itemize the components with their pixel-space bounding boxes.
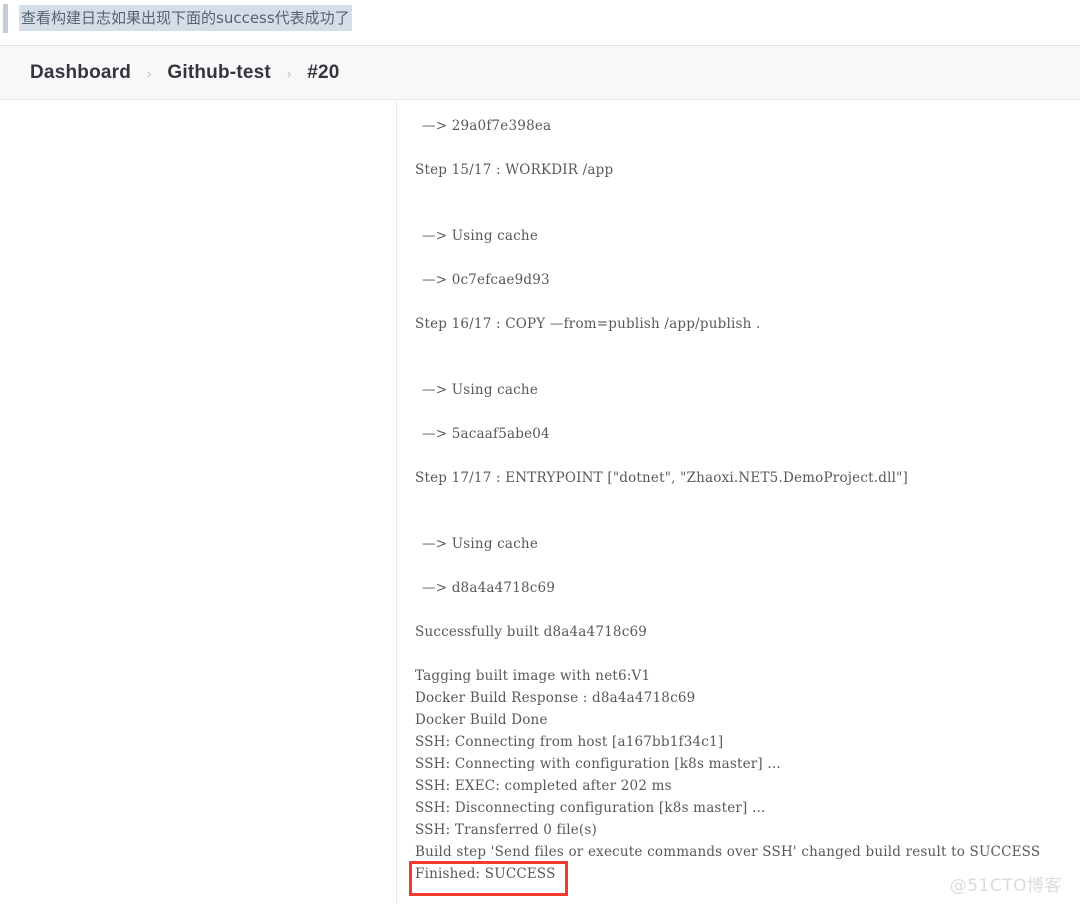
log-line: Docker Build Response : d8a4a4718c69 [415, 690, 696, 706]
log-line: —> 29a0f7e398ea [422, 118, 552, 134]
success-highlight-box [409, 861, 568, 896]
log-line: Step 16/17 : COPY —from=publish /app/pub… [415, 316, 761, 332]
breadcrumb-item-github-test[interactable]: Github-test [167, 62, 271, 84]
annotation-text: 查看构建日志如果出现下面的success代表成功了 [19, 5, 352, 31]
breadcrumb-item-build-number[interactable]: #20 [307, 62, 339, 84]
log-line: SSH: Connecting with configuration [k8s … [415, 756, 781, 772]
sidebar-pane [0, 100, 397, 904]
log-line: Step 15/17 : WORKDIR /app [415, 162, 614, 178]
log-line: —> Using cache [422, 228, 539, 244]
log-line: SSH: Connecting from host [a167bb1f34c1] [415, 734, 724, 750]
breadcrumb-bar: Dashboard › Github-test › #20 [0, 46, 1080, 100]
chevron-right-icon: › [286, 66, 292, 81]
watermark: @51CTO博客 [949, 876, 1062, 896]
log-line: Successfully built d8a4a4718c69 [415, 624, 648, 640]
log-line: —> 5acaaf5abe04 [422, 426, 550, 442]
log-line: SSH: EXEC: completed after 202 ms [415, 778, 672, 794]
log-line: SSH: Transferred 0 file(s) [415, 822, 597, 838]
log-line: Tagging built image with net6:V1 [415, 668, 651, 684]
log-line: Build step 'Send files or execute comman… [415, 844, 1041, 860]
log-line: Docker Build Done [415, 712, 548, 728]
log-line: —> Using cache [422, 382, 539, 398]
log-line: —> 0c7efcae9d93 [422, 272, 550, 288]
annotation-banner: 查看构建日志如果出现下面的success代表成功了 [0, 0, 1080, 37]
log-line: Step 17/17 : ENTRYPOINT ["dotnet", "Zhao… [415, 470, 908, 486]
annotation-marker-bar [3, 4, 8, 33]
breadcrumb: Dashboard › Github-test › #20 [0, 62, 340, 84]
chevron-right-icon: › [147, 66, 152, 81]
log-line: —> d8a4a4718c69 [422, 580, 556, 596]
breadcrumb-item-dashboard[interactable]: Dashboard [30, 62, 131, 84]
content-area: —> 29a0f7e398ea Step 15/17 : WORKDIR /app… [0, 100, 1080, 904]
log-line: SSH: Disconnecting configuration [k8s ma… [415, 800, 766, 816]
log-line: —> Using cache [422, 536, 539, 552]
console-output: —> 29a0f7e398ea Step 15/17 : WORKDIR /app… [415, 100, 1075, 904]
